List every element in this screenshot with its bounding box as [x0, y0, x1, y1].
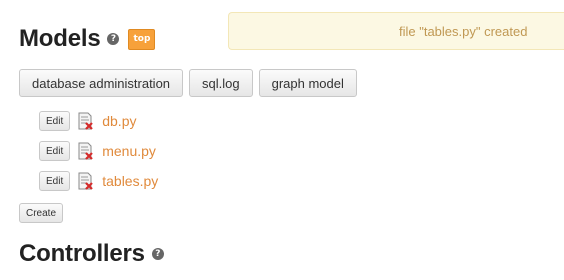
controllers-header: Controllers ? — [19, 240, 164, 268]
list-item: Edit menu.py — [39, 136, 158, 166]
delete-file-icon[interactable] — [78, 172, 94, 190]
top-badge[interactable]: top — [128, 28, 156, 50]
file-link-tables[interactable]: tables.py — [102, 173, 158, 189]
list-item: Edit db.py — [39, 106, 158, 136]
create-button[interactable]: Create — [19, 203, 64, 223]
controllers-title: Controllers — [19, 240, 145, 267]
model-file-list: Edit db.py Edit menu.py Edit tables.py — [39, 106, 158, 196]
models-header: Models ? top — [19, 25, 156, 53]
list-item: Edit tables.py — [39, 166, 158, 196]
help-icon[interactable]: ? — [107, 33, 120, 45]
graph-model-button[interactable]: graph model — [258, 69, 357, 97]
help-icon[interactable]: ? — [151, 248, 164, 260]
delete-file-icon[interactable] — [78, 142, 94, 160]
edit-button[interactable]: Edit — [39, 141, 71, 161]
models-toolbar: database administration sql.log graph mo… — [19, 69, 357, 97]
flash-message[interactable]: file "tables.py" created — [228, 12, 564, 50]
edit-button[interactable]: Edit — [39, 171, 71, 191]
models-title: Models — [19, 25, 101, 52]
file-link-menu[interactable]: menu.py — [102, 143, 156, 159]
database-administration-button[interactable]: database administration — [19, 69, 184, 97]
flash-message-text: file "tables.py" created — [399, 23, 528, 39]
delete-file-icon[interactable] — [78, 112, 94, 130]
sql-log-button[interactable]: sql.log — [189, 69, 253, 97]
file-link-db[interactable]: db.py — [102, 113, 136, 129]
edit-button[interactable]: Edit — [39, 111, 71, 131]
